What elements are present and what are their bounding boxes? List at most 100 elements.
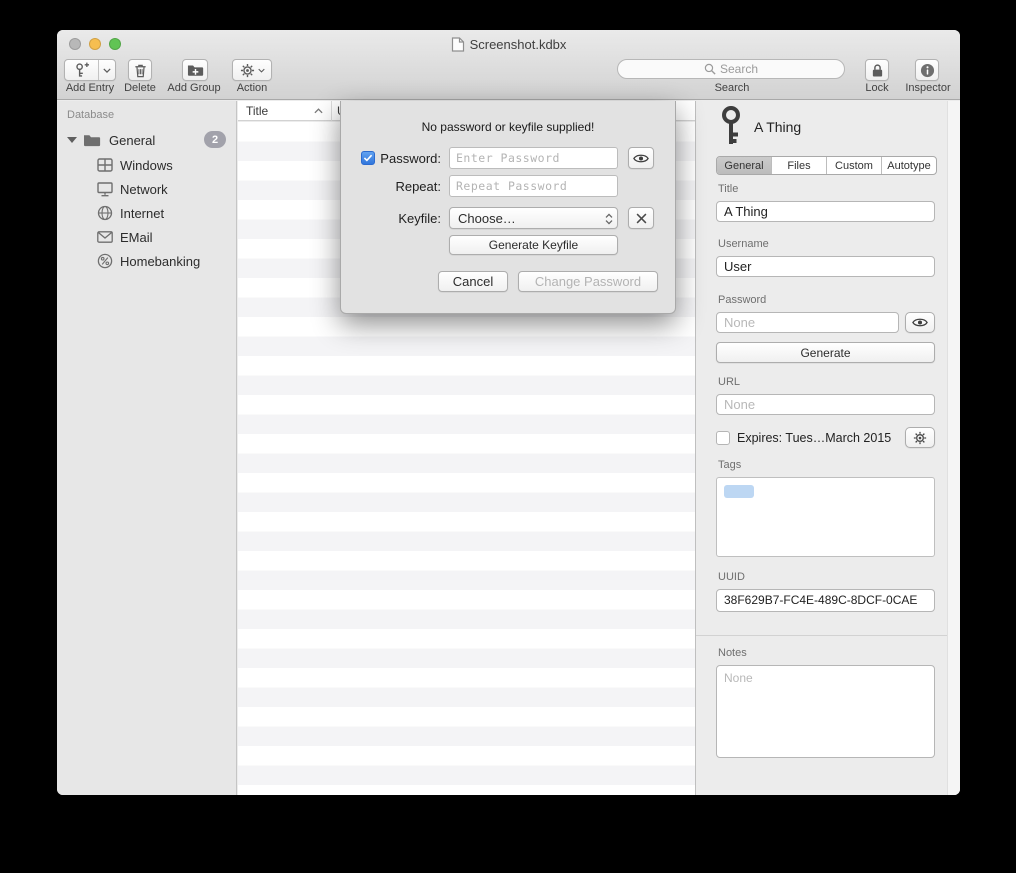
- tags-field[interactable]: [716, 477, 935, 557]
- sort-ascending-icon: [314, 108, 323, 114]
- generate-keyfile-button[interactable]: Generate Keyfile: [449, 235, 618, 255]
- column-header-title[interactable]: Title: [246, 104, 268, 118]
- uuid-field[interactable]: 38F629B7-FC4E-489C-8DCF-0CAE: [716, 589, 935, 612]
- title-label: Title: [718, 183, 738, 195]
- chevron-down-icon: [258, 68, 265, 73]
- keyfile-label: Keyfile:: [379, 211, 441, 226]
- sidebar: Database General 2 Windows Network Inter…: [57, 101, 237, 795]
- password-checkbox[interactable]: [361, 151, 375, 165]
- gear-icon: [240, 63, 255, 78]
- notes-field[interactable]: [716, 665, 935, 758]
- sidebar-item-internet[interactable]: Internet: [57, 202, 236, 224]
- url-label: URL: [718, 376, 740, 388]
- generate-password-button[interactable]: Generate: [716, 342, 935, 363]
- inspector-label: Inspector: [895, 82, 960, 94]
- repeat-password-input[interactable]: [449, 175, 618, 197]
- inspector-tabs: General Files Custom Autotype: [716, 156, 937, 175]
- change-password-button[interactable]: Change Password: [518, 271, 658, 292]
- sidebar-section-header: Database: [67, 109, 114, 121]
- windows-icon: [97, 158, 113, 172]
- network-icon: [97, 182, 113, 197]
- search-label: Search: [667, 82, 797, 94]
- cancel-button[interactable]: Cancel: [438, 271, 508, 292]
- sidebar-item-email[interactable]: EMail: [57, 226, 236, 248]
- tab-custom[interactable]: Custom: [826, 157, 881, 174]
- lock-label: Lock: [855, 82, 899, 94]
- sidebar-item-label: Windows: [120, 158, 173, 173]
- folder-plus-icon: [187, 63, 204, 77]
- show-password-button[interactable]: [905, 312, 935, 333]
- action-button[interactable]: [232, 59, 272, 81]
- lock-button[interactable]: [865, 59, 889, 81]
- close-icon: [636, 213, 647, 224]
- clear-keyfile-button[interactable]: [628, 207, 654, 229]
- sidebar-item-label: EMail: [120, 230, 153, 245]
- keyfile-popup-value: Choose…: [458, 211, 516, 226]
- window-title-area: Screenshot.kdbx: [57, 36, 960, 52]
- keyfile-popup[interactable]: Choose…: [449, 207, 618, 229]
- entry-title: A Thing: [754, 119, 801, 135]
- add-group-label: Add Group: [162, 82, 226, 94]
- search-placeholder: Search: [720, 62, 758, 76]
- expires-checkbox[interactable]: [716, 431, 730, 445]
- check-icon: [363, 154, 373, 162]
- divider: [696, 635, 960, 636]
- sidebar-item-windows[interactable]: Windows: [57, 154, 236, 176]
- popup-stepper-icon: [605, 213, 613, 225]
- window-chrome: Screenshot.kdbx Add Entry Delete Add Gro…: [57, 30, 960, 100]
- change-password-sheet: No password or keyfile supplied! Passwor…: [340, 101, 676, 314]
- disclosure-triangle-icon[interactable]: [67, 137, 77, 143]
- add-group-button[interactable]: [182, 59, 208, 81]
- sidebar-item-label: Network: [120, 182, 168, 197]
- delete-label: Delete: [115, 82, 165, 94]
- inspector-panel: A Thing General Files Custom Autotype Ti…: [695, 101, 960, 795]
- sidebar-item-general[interactable]: General 2: [57, 129, 236, 151]
- inspector-scrollbar[interactable]: [947, 101, 960, 795]
- column-resize-handle[interactable]: [331, 101, 332, 121]
- action-label: Action: [225, 82, 279, 94]
- globe-icon: [97, 205, 113, 221]
- add-entry-dropdown[interactable]: [99, 60, 115, 80]
- tab-files[interactable]: Files: [771, 157, 826, 174]
- document-icon: [451, 37, 465, 52]
- url-field[interactable]: [716, 394, 935, 415]
- add-entry-button[interactable]: [64, 59, 116, 81]
- gear-icon: [913, 431, 927, 445]
- title-field[interactable]: [716, 201, 935, 222]
- show-password-button[interactable]: [628, 147, 654, 169]
- chevron-down-icon: [103, 68, 111, 73]
- inspector-button[interactable]: [915, 59, 939, 81]
- uuid-label: UUID: [718, 571, 745, 583]
- key-plus-icon: [73, 62, 90, 78]
- password-label: Password:: [379, 151, 441, 166]
- repeat-label: Repeat:: [379, 179, 441, 194]
- info-icon: [920, 63, 935, 78]
- sidebar-item-homebanking[interactable]: Homebanking: [57, 250, 236, 272]
- tab-general[interactable]: General: [717, 157, 771, 174]
- sheet-message: No password or keyfile supplied!: [341, 120, 675, 134]
- password-label: Password: [718, 294, 766, 306]
- delete-button[interactable]: [128, 59, 152, 81]
- key-icon: [718, 105, 744, 147]
- username-label: Username: [718, 238, 769, 250]
- sidebar-item-label: General: [109, 133, 155, 148]
- notes-label: Notes: [718, 647, 747, 659]
- trash-icon: [133, 63, 148, 78]
- tags-label: Tags: [718, 459, 741, 471]
- search-input[interactable]: Search: [617, 59, 845, 79]
- tab-autotype[interactable]: Autotype: [881, 157, 936, 174]
- password-input[interactable]: [449, 147, 618, 169]
- sidebar-item-network[interactable]: Network: [57, 178, 236, 200]
- eye-icon: [633, 153, 649, 164]
- expires-settings-button[interactable]: [905, 427, 935, 448]
- eye-icon: [912, 317, 928, 328]
- app-window: Screenshot.kdbx Add Entry Delete Add Gro…: [57, 30, 960, 795]
- sidebar-item-label: Internet: [120, 206, 164, 221]
- username-field[interactable]: [716, 256, 935, 277]
- tag-token[interactable]: [724, 485, 754, 498]
- group-badge: 2: [204, 131, 226, 148]
- password-field[interactable]: [716, 312, 899, 333]
- sidebar-item-label: Homebanking: [120, 254, 200, 269]
- coin-icon: [97, 253, 113, 269]
- search-icon: [704, 63, 716, 75]
